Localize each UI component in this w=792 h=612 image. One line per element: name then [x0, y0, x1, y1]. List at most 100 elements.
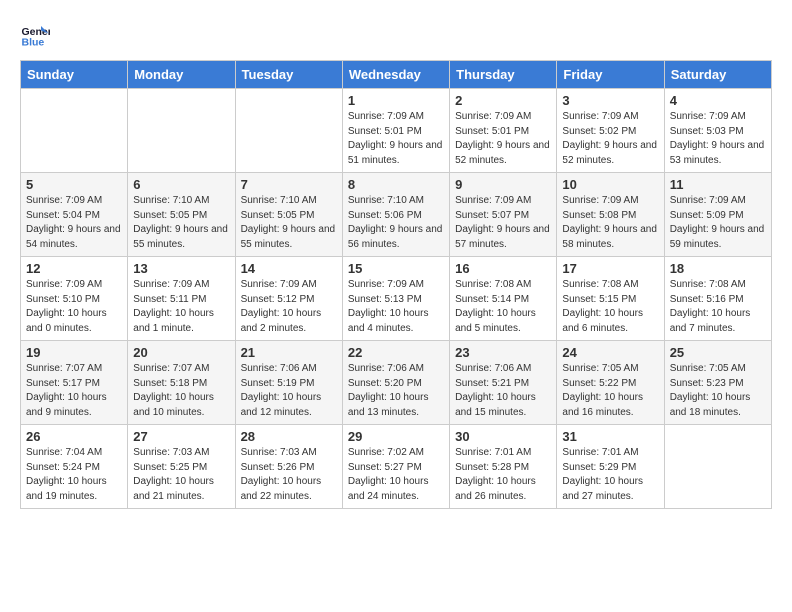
calendar-cell	[21, 89, 128, 173]
calendar-cell: 12 Sunrise: 7:09 AM Sunset: 5:10 PM Dayli…	[21, 257, 128, 341]
day-info: Sunrise: 7:09 AM Sunset: 5:02 PM Dayligh…	[562, 110, 658, 168]
calendar-cell: 11Sunrise: 7:09 AM Sunset: 5:09 PM Dayli…	[664, 173, 771, 257]
header-cell-tuesday: Tuesday	[235, 61, 342, 89]
day-info: Sunrise: 7:05 AM Sunset: 5:23 PM Dayligh…	[670, 362, 766, 420]
day-number: 22	[348, 345, 444, 360]
week-row-2: 5 Sunrise: 7:09 AM Sunset: 5:04 PM Daylig…	[21, 173, 772, 257]
calendar-cell: 8 Sunrise: 7:10 AM Sunset: 5:06 PM Daylig…	[342, 173, 449, 257]
day-number: 8	[348, 177, 444, 192]
header-cell-sunday: Sunday	[21, 61, 128, 89]
calendar-cell: 19 Sunrise: 7:07 AM Sunset: 5:17 PM Dayli…	[21, 341, 128, 425]
svg-text:Blue: Blue	[22, 37, 45, 49]
calendar-cell: 24 Sunrise: 7:05 AM Sunset: 5:22 PM Dayli…	[557, 341, 664, 425]
calendar-cell: 18 Sunrise: 7:08 AM Sunset: 5:16 PM Dayli…	[664, 257, 771, 341]
day-info: Sunrise: 7:08 AM Sunset: 5:14 PM Dayligh…	[455, 278, 551, 336]
day-number: 10	[562, 177, 658, 192]
day-number: 7	[241, 177, 337, 192]
calendar-cell: 6 Sunrise: 7:10 AM Sunset: 5:05 PM Daylig…	[128, 173, 235, 257]
day-info: Sunrise: 7:10 AM Sunset: 5:05 PM Dayligh…	[241, 194, 337, 252]
header-cell-saturday: Saturday	[664, 61, 771, 89]
day-info: Sunrise: 7:06 AM Sunset: 5:21 PM Dayligh…	[455, 362, 551, 420]
calendar-cell: 30 Sunrise: 7:01 AM Sunset: 5:28 PM Dayli…	[450, 425, 557, 509]
header-cell-wednesday: Wednesday	[342, 61, 449, 89]
day-info: Sunrise: 7:10 AM Sunset: 5:06 PM Dayligh…	[348, 194, 444, 252]
calendar-cell: 4 Sunrise: 7:09 AM Sunset: 5:03 PM Daylig…	[664, 89, 771, 173]
calendar-cell: 26Sunrise: 7:04 AM Sunset: 5:24 PM Dayli…	[21, 425, 128, 509]
calendar-cell: 16 Sunrise: 7:08 AM Sunset: 5:14 PM Dayli…	[450, 257, 557, 341]
day-info: Sunrise: 7:02 AM Sunset: 5:27 PM Dayligh…	[348, 446, 444, 504]
calendar-cell: 10Sunrise: 7:09 AM Sunset: 5:08 PM Dayli…	[557, 173, 664, 257]
logo: General Blue	[20, 20, 54, 50]
day-info: Sunrise: 7:09 AM Sunset: 5:04 PM Dayligh…	[26, 194, 122, 252]
day-number: 9	[455, 177, 551, 192]
page-header: General Blue	[20, 20, 772, 50]
day-info: Sunrise: 7:08 AM Sunset: 5:15 PM Dayligh…	[562, 278, 658, 336]
header-row: SundayMondayTuesdayWednesdayThursdayFrid…	[21, 61, 772, 89]
day-number: 1	[348, 93, 444, 108]
day-info: Sunrise: 7:05 AM Sunset: 5:22 PM Dayligh…	[562, 362, 658, 420]
day-number: 11	[670, 177, 766, 192]
day-number: 6	[133, 177, 229, 192]
calendar-cell: 25Sunrise: 7:05 AM Sunset: 5:23 PM Dayli…	[664, 341, 771, 425]
calendar-cell: 31Sunrise: 7:01 AM Sunset: 5:29 PM Dayli…	[557, 425, 664, 509]
day-info: Sunrise: 7:04 AM Sunset: 5:24 PM Dayligh…	[26, 446, 122, 504]
day-number: 17	[562, 261, 658, 276]
day-number: 14	[241, 261, 337, 276]
day-info: Sunrise: 7:09 AM Sunset: 5:01 PM Dayligh…	[348, 110, 444, 168]
day-info: Sunrise: 7:09 AM Sunset: 5:10 PM Dayligh…	[26, 278, 122, 336]
day-info: Sunrise: 7:01 AM Sunset: 5:28 PM Dayligh…	[455, 446, 551, 504]
day-info: Sunrise: 7:03 AM Sunset: 5:26 PM Dayligh…	[241, 446, 337, 504]
calendar-cell: 21Sunrise: 7:06 AM Sunset: 5:19 PM Dayli…	[235, 341, 342, 425]
day-info: Sunrise: 7:09 AM Sunset: 5:01 PM Dayligh…	[455, 110, 551, 168]
day-info: Sunrise: 7:06 AM Sunset: 5:20 PM Dayligh…	[348, 362, 444, 420]
day-number: 16	[455, 261, 551, 276]
calendar-cell: 9 Sunrise: 7:09 AM Sunset: 5:07 PM Daylig…	[450, 173, 557, 257]
calendar-cell: 3 Sunrise: 7:09 AM Sunset: 5:02 PM Daylig…	[557, 89, 664, 173]
header-cell-friday: Friday	[557, 61, 664, 89]
calendar-cell: 7 Sunrise: 7:10 AM Sunset: 5:05 PM Daylig…	[235, 173, 342, 257]
calendar-cell: 28 Sunrise: 7:03 AM Sunset: 5:26 PM Dayli…	[235, 425, 342, 509]
day-number: 15	[348, 261, 444, 276]
day-info: Sunrise: 7:01 AM Sunset: 5:29 PM Dayligh…	[562, 446, 658, 504]
calendar-cell: 27 Sunrise: 7:03 AM Sunset: 5:25 PM Dayli…	[128, 425, 235, 509]
calendar-cell: 13Sunrise: 7:09 AM Sunset: 5:11 PM Dayli…	[128, 257, 235, 341]
day-info: Sunrise: 7:07 AM Sunset: 5:18 PM Dayligh…	[133, 362, 229, 420]
week-row-3: 12 Sunrise: 7:09 AM Sunset: 5:10 PM Dayli…	[21, 257, 772, 341]
calendar-cell: 5 Sunrise: 7:09 AM Sunset: 5:04 PM Daylig…	[21, 173, 128, 257]
calendar-cell	[235, 89, 342, 173]
header-cell-monday: Monday	[128, 61, 235, 89]
calendar-cell: 22 Sunrise: 7:06 AM Sunset: 5:20 PM Dayli…	[342, 341, 449, 425]
day-number: 18	[670, 261, 766, 276]
day-number: 13	[133, 261, 229, 276]
day-number: 20	[133, 345, 229, 360]
day-number: 19	[26, 345, 122, 360]
calendar-cell: 14 Sunrise: 7:09 AM Sunset: 5:12 PM Dayli…	[235, 257, 342, 341]
day-number: 3	[562, 93, 658, 108]
day-number: 30	[455, 429, 551, 444]
calendar-cell: 29 Sunrise: 7:02 AM Sunset: 5:27 PM Dayli…	[342, 425, 449, 509]
calendar-cell	[664, 425, 771, 509]
calendar-cell: 1 Sunrise: 7:09 AM Sunset: 5:01 PM Daylig…	[342, 89, 449, 173]
calendar-cell: 20 Sunrise: 7:07 AM Sunset: 5:18 PM Dayli…	[128, 341, 235, 425]
day-number: 23	[455, 345, 551, 360]
day-number: 28	[241, 429, 337, 444]
day-number: 5	[26, 177, 122, 192]
day-number: 2	[455, 93, 551, 108]
day-number: 24	[562, 345, 658, 360]
day-number: 4	[670, 93, 766, 108]
day-info: Sunrise: 7:08 AM Sunset: 5:16 PM Dayligh…	[670, 278, 766, 336]
calendar-cell	[128, 89, 235, 173]
day-info: Sunrise: 7:10 AM Sunset: 5:05 PM Dayligh…	[133, 194, 229, 252]
day-number: 29	[348, 429, 444, 444]
day-info: Sunrise: 7:07 AM Sunset: 5:17 PM Dayligh…	[26, 362, 122, 420]
day-info: Sunrise: 7:03 AM Sunset: 5:25 PM Dayligh…	[133, 446, 229, 504]
day-number: 27	[133, 429, 229, 444]
calendar-table: SundayMondayTuesdayWednesdayThursdayFrid…	[20, 60, 772, 509]
logo-icon: General Blue	[20, 20, 50, 50]
day-info: Sunrise: 7:09 AM Sunset: 5:12 PM Dayligh…	[241, 278, 337, 336]
day-info: Sunrise: 7:09 AM Sunset: 5:13 PM Dayligh…	[348, 278, 444, 336]
day-info: Sunrise: 7:09 AM Sunset: 5:07 PM Dayligh…	[455, 194, 551, 252]
day-info: Sunrise: 7:09 AM Sunset: 5:03 PM Dayligh…	[670, 110, 766, 168]
day-info: Sunrise: 7:06 AM Sunset: 5:19 PM Dayligh…	[241, 362, 337, 420]
day-number: 12	[26, 261, 122, 276]
